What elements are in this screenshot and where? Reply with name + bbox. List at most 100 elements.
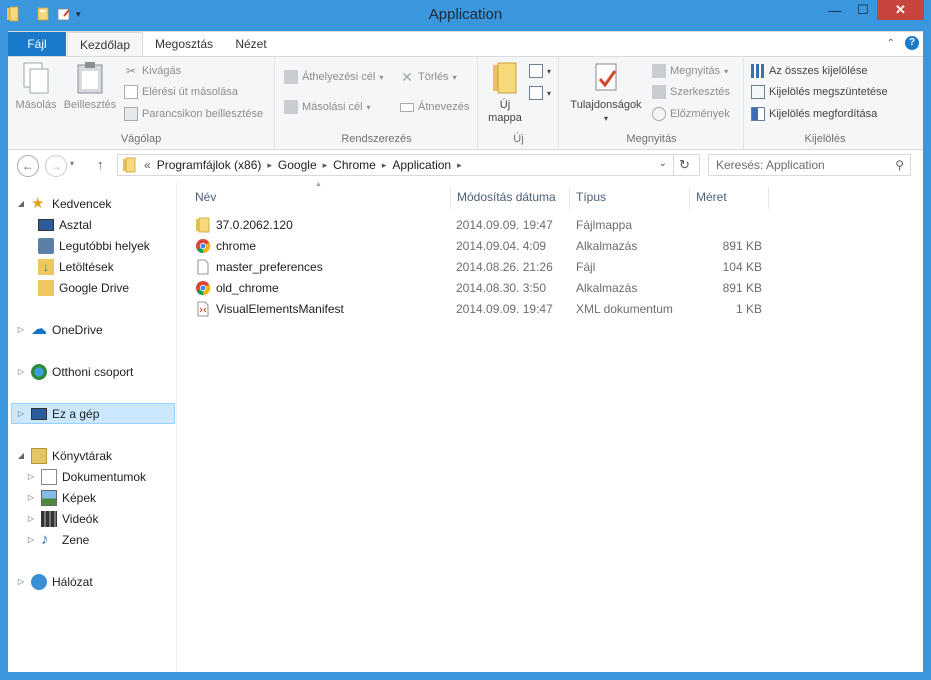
nav-downloads[interactable]: ↓ Letöltések (38, 256, 114, 277)
select-none-button[interactable]: Kijelölés megszüntetése (751, 82, 888, 102)
file-row[interactable]: master_preferences 2014.08.26. 21:26 Fáj… (189, 257, 769, 278)
nav-documents[interactable]: ▷ Dokumentumok (26, 466, 146, 487)
breadcrumb-programfiles[interactable]: Programfájlok (x86) (151, 158, 268, 172)
move-to-button[interactable]: Áthelyezési cél ▾ (284, 67, 383, 87)
breadcrumb-overflow[interactable]: « (144, 158, 151, 172)
nav-network[interactable]: ▷ Hálózat (16, 571, 93, 592)
edit-button[interactable]: Szerkesztés (652, 82, 730, 102)
breadcrumb-application[interactable]: Application (386, 158, 457, 172)
nav-homegroup[interactable]: ▷ Otthoni csoport (16, 361, 133, 382)
breadcrumb-google[interactable]: Google (272, 158, 323, 172)
nav-music[interactable]: ▷ ♪ Zene (26, 529, 89, 550)
delete-button[interactable]: ✕ Törlés ▾ (400, 67, 456, 87)
refresh-button[interactable]: ↻ (673, 154, 695, 176)
recent-places-icon (38, 237, 54, 254)
nav-pictures[interactable]: ▷ Képek (26, 487, 96, 508)
window-controls: — ☐ ✕ (821, 0, 924, 20)
new-folder-button[interactable]: Új mappa (485, 61, 525, 125)
ribbon-controls: ⌃ ? (887, 36, 919, 50)
nav-this-pc[interactable]: ▷ Ez a gép (11, 403, 175, 424)
easy-access-button[interactable]: ▾ (529, 83, 551, 103)
collapsed-icon[interactable]: ▷ (26, 514, 36, 523)
collapsed-icon[interactable]: ▷ (16, 325, 26, 334)
recent-locations-icon[interactable]: ▾ (70, 159, 74, 168)
file-name: VisualElementsManifest (216, 302, 344, 316)
nav-libraries[interactable]: ◢ Könyvtárak (16, 445, 112, 466)
star-icon: ★ (31, 194, 45, 212)
column-header-modified[interactable]: Módosítás dátuma (451, 187, 570, 209)
close-button[interactable]: ✕ (877, 0, 924, 20)
collapse-ribbon-icon[interactable]: ⌃ (887, 38, 895, 49)
file-row[interactable]: chrome 2014.09.04. 4:09 Alkalmazás 891 K… (189, 236, 769, 257)
address-bar[interactable]: « Programfájlok (x86) ▸ Google ▸ Chrome … (117, 154, 700, 176)
file-name: 37.0.2062.120 (216, 218, 293, 232)
nav-onedrive[interactable]: ▷ ☁ OneDrive (16, 319, 103, 340)
file-modified: 2014.09.04. 4:09 (456, 239, 547, 253)
collapsed-icon[interactable]: ▷ (16, 577, 26, 586)
expanded-icon[interactable]: ◢ (16, 199, 26, 208)
file-row[interactable]: old_chrome 2014.08.30. 3:50 Alkalmazás 8… (189, 278, 769, 299)
nav-recent-places[interactable]: Legutóbbi helyek (38, 235, 150, 256)
collapsed-icon[interactable]: ▷ (16, 409, 26, 418)
address-dropdown-icon[interactable]: ⌄ (659, 158, 667, 169)
cut-button[interactable]: ✂ Kivágás (124, 61, 181, 81)
file-list: ▲ Név Módosítás dátuma Típus Méret 37.0.… (177, 181, 923, 672)
back-arrow-icon: ← (22, 159, 34, 173)
tab-view[interactable]: Nézet (224, 32, 278, 57)
breadcrumb-chrome[interactable]: Chrome (327, 158, 382, 172)
paste-button[interactable]: Beillesztés (60, 61, 120, 112)
expanded-icon[interactable]: ◢ (16, 451, 26, 460)
history-button[interactable]: Előzmények (652, 104, 730, 124)
help-icon[interactable]: ? (905, 36, 919, 50)
copy-path-button[interactable]: Elérési út másolása (124, 82, 238, 102)
refresh-icon: ↻ (679, 157, 690, 172)
copy-button[interactable]: Másolás (14, 61, 58, 112)
new-item-button[interactable]: ▾ (529, 61, 551, 81)
chevron-right-icon[interactable]: ▸ (457, 160, 462, 171)
nav-favorites[interactable]: ◢ ★ Kedvencek (16, 193, 111, 214)
tab-share[interactable]: Megosztás (144, 32, 224, 57)
cloud-icon: ☁ (31, 320, 47, 338)
forward-button[interactable]: → (45, 155, 67, 177)
file-name: chrome (216, 239, 257, 253)
file-name: master_preferences (216, 260, 323, 274)
maximize-button[interactable]: ☐ (849, 0, 877, 20)
file-type: Fájlmappa (576, 218, 633, 232)
file-row[interactable]: 37.0.2062.120 2014.09.09. 19:47 Fájlmapp… (189, 215, 769, 236)
clipboard-group-label: Vágólap (120, 133, 162, 145)
tab-home[interactable]: Kezdőlap (67, 32, 143, 57)
clipboard-group: Másolás Beillesztés ✂ Kivágás Elérési út… (8, 57, 275, 150)
column-header-size[interactable]: Méret (690, 187, 769, 209)
window-title: Application (428, 6, 503, 23)
organize-group: Áthelyezési cél ▾ Másolási cél ▾ ✕ Törlés ▾… (276, 57, 478, 150)
title-bar[interactable]: ▾ Application — ☐ ✕ (0, 0, 931, 31)
paste-shortcut-button[interactable]: Parancsikon beillesztése (124, 104, 263, 124)
nav-google-drive[interactable]: Google Drive (38, 277, 129, 298)
rename-button[interactable]: Átnevezés (400, 97, 469, 117)
nav-videos[interactable]: ▷ Videók (26, 508, 98, 529)
nav-desktop[interactable]: Asztal (38, 214, 92, 235)
open-button[interactable]: Megnyitás ▾ (652, 61, 728, 81)
invert-selection-button[interactable]: Kijelölés megfordítása (751, 104, 877, 124)
collapsed-icon[interactable]: ▷ (16, 367, 26, 376)
ribbon-tabs: Fájl Kezdőlap Megosztás Nézet ⌃ ? (8, 31, 923, 57)
up-button[interactable]: ↑ (97, 157, 104, 172)
select-all-button[interactable]: Az összes kijelölése (751, 61, 867, 81)
column-header-name[interactable]: Név (189, 187, 451, 209)
properties-dropdown-icon: ▾ (603, 114, 608, 123)
properties-button[interactable]: Tulajdonságok ▾ (566, 61, 646, 125)
collapsed-icon[interactable]: ▷ (26, 493, 36, 502)
minimize-button[interactable]: — (821, 0, 849, 20)
tab-file[interactable]: Fájl (8, 32, 66, 57)
documents-icon (41, 468, 57, 485)
file-row[interactable]: VisualElementsManifest 2014.09.09. 19:47… (189, 299, 769, 320)
collapsed-icon[interactable]: ▷ (26, 535, 36, 544)
copy-to-button[interactable]: Másolási cél ▾ (284, 97, 371, 117)
collapsed-icon[interactable]: ▷ (26, 472, 36, 481)
file-modified: 2014.08.26. 21:26 (456, 260, 553, 274)
file-size: 891 KB (722, 239, 762, 253)
paste-shortcut-icon (124, 107, 138, 121)
back-button[interactable]: ← (17, 155, 39, 177)
column-header-type[interactable]: Típus (570, 187, 690, 209)
search-input[interactable]: Keresés: Application ⚲ (708, 154, 911, 176)
